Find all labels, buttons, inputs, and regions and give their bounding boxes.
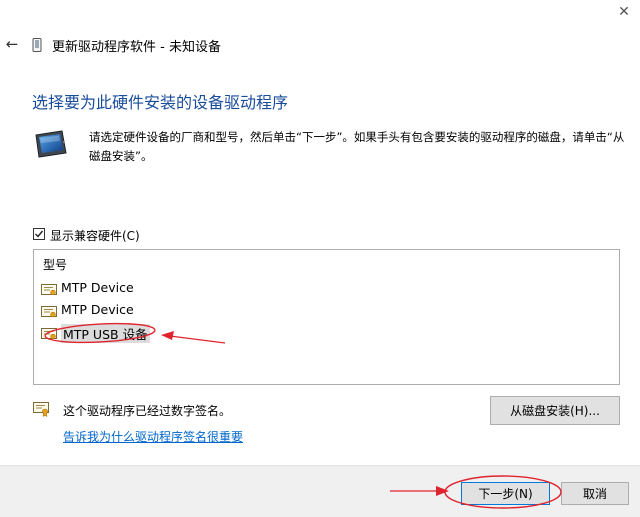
list-item[interactable]: MTP Device [39,279,339,299]
driver-cert-icon [41,326,59,340]
next-button[interactable]: 下一步(N) [461,482,550,505]
close-button[interactable]: ✕ [612,2,636,22]
show-compatible-label[interactable]: 显示兼容硬件(C) [50,227,140,244]
have-disk-button[interactable]: 从磁盘安装(H)... [490,396,620,425]
back-arrow-icon[interactable]: ← [2,34,22,54]
window-title: 更新驱动程序软件 - 未知设备 [52,40,221,55]
driver-signing-link[interactable]: 告诉我为什么驱动程序签名很重要 [63,428,243,445]
page-title: 选择要为此硬件安装的设备驱动程序 [32,93,289,112]
instructions-text: 请选定硬件设备的厂商和型号，然后单击“下一步”。如果手头有包含要安装的驱动程序的… [89,130,625,163]
signed-driver-icon [33,401,51,417]
list-item-selected[interactable]: MTP USB 设备 [39,323,339,343]
show-compatible-checkbox[interactable] [33,228,45,240]
list-item-label: MTP Device [61,302,134,317]
hardware-device-icon [34,129,68,159]
list-item-label: MTP USB 设备 [61,324,150,343]
model-list[interactable]: 型号 MTP Device MTP Device MTP USB 设备 [33,249,620,385]
device-icon [32,37,42,52]
signature-status: 这个驱动程序已经过数字签名。 [63,404,232,418]
cancel-button[interactable]: 取消 [561,482,629,505]
list-column-header: 型号 [43,258,68,272]
list-item[interactable]: MTP Device [39,301,339,321]
list-item-label: MTP Device [61,280,134,295]
driver-cert-icon [41,304,59,318]
driver-cert-icon [41,282,59,296]
